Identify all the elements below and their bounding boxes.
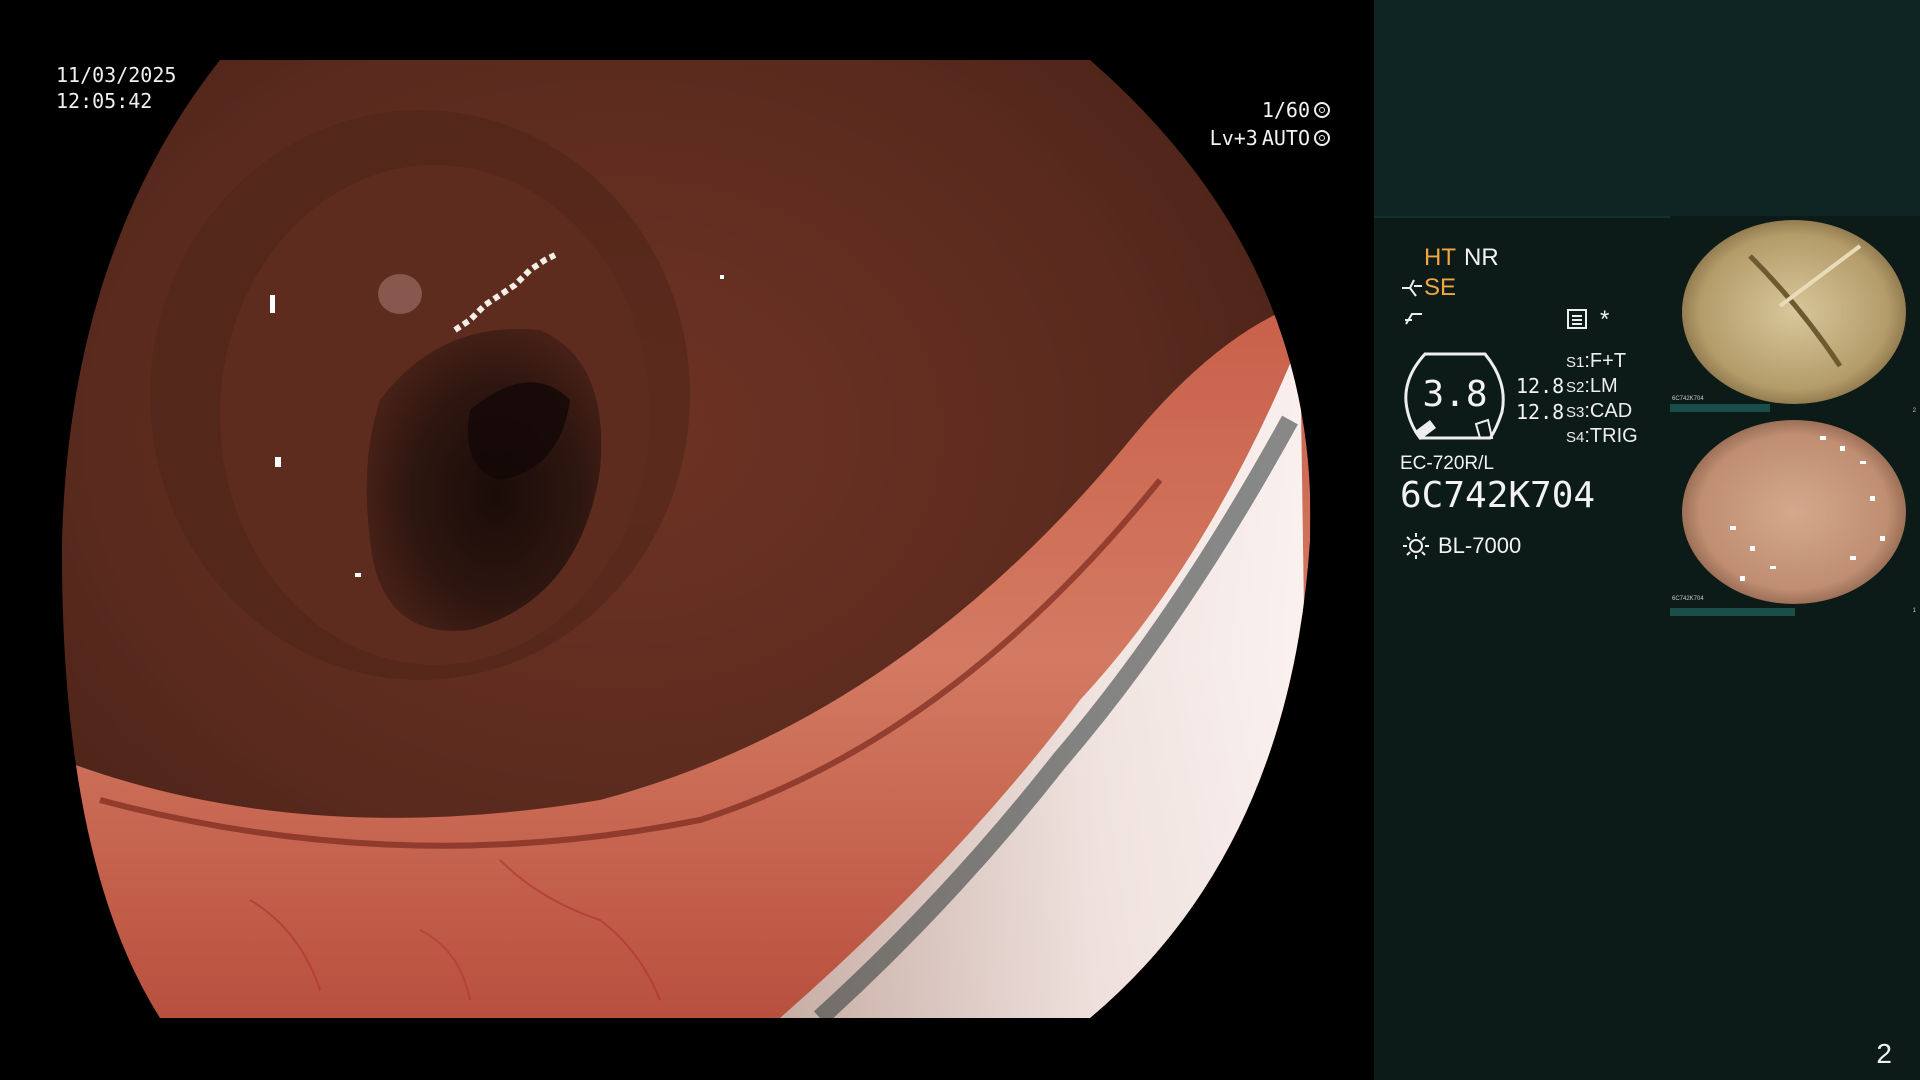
switch-value: LM bbox=[1589, 375, 1618, 397]
iris-icon bbox=[1314, 130, 1330, 146]
switch-value: CAD bbox=[1589, 400, 1633, 422]
scope-model: EC-720R/L bbox=[1400, 453, 1494, 474]
switch-value: TRIG bbox=[1589, 425, 1638, 447]
page-number: 2 bbox=[1876, 1038, 1892, 1069]
switch-row: S2:LM bbox=[1566, 375, 1618, 397]
endoscope-view: 11/03/2025 12:05:42 1/60 Lv+3 AUTO bbox=[0, 0, 1374, 1080]
colon-image bbox=[61, 60, 1311, 1018]
shutter-icon bbox=[1314, 102, 1330, 118]
switch-value: F+T bbox=[1589, 350, 1627, 372]
date-text: 11/03/2025 bbox=[56, 63, 177, 87]
gauge-value: 3.8 bbox=[1422, 374, 1488, 415]
thumbnail-1[interactable]: 6C742K704 1 bbox=[1670, 416, 1920, 616]
switch-row: S1:F+T bbox=[1566, 350, 1627, 372]
thumbnail-index: 1 bbox=[1912, 608, 1916, 614]
level-text: Lv+3 bbox=[1209, 126, 1258, 150]
thumbnail-2[interactable]: 6C742K704 2 bbox=[1670, 216, 1920, 416]
switch-row: S4:TRIG bbox=[1566, 425, 1638, 447]
value-1: 12.8 bbox=[1516, 374, 1565, 398]
switch-list: S1:F+T S2:LM S3:CAD S4:TRIG bbox=[1566, 350, 1638, 450]
se-label: SE bbox=[1424, 274, 1457, 301]
iris-text: AUTO bbox=[1261, 126, 1310, 150]
time-text: 12:05:42 bbox=[56, 89, 153, 113]
thumbnail-serial: 6C742K704 bbox=[1672, 396, 1704, 402]
nr-label: NR bbox=[1464, 244, 1499, 271]
ht-label: HT bbox=[1424, 244, 1456, 271]
light-source-label: BL-7000 bbox=[1438, 533, 1522, 558]
thumbnail-index: 2 bbox=[1912, 408, 1916, 414]
switch-key: S1 bbox=[1566, 354, 1585, 371]
switch-key: S3 bbox=[1566, 404, 1585, 421]
settings-box-icon bbox=[1567, 309, 1587, 329]
asterisk-label: * bbox=[1600, 306, 1610, 333]
camera-settings: 1/60 Lv+3 AUTO bbox=[1190, 96, 1330, 156]
switch-key: S2 bbox=[1566, 379, 1585, 396]
switch-row: S3:CAD bbox=[1566, 400, 1633, 422]
scope-serial: 6C742K704 bbox=[1400, 475, 1596, 516]
value-2: 12.8 bbox=[1516, 400, 1565, 424]
light-source-icon bbox=[1403, 533, 1429, 559]
thumbnail-image bbox=[1670, 420, 1906, 616]
switch-key: S4 bbox=[1566, 429, 1585, 446]
timestamp: 11/03/2025 12:05:42 bbox=[56, 62, 176, 114]
panel-header-area bbox=[1374, 0, 1920, 216]
thumbnail-image bbox=[1670, 220, 1906, 412]
structure-enhancement-icon bbox=[1402, 279, 1422, 297]
shutter-text: 1/60 bbox=[1261, 98, 1310, 122]
thumbnail-serial: 6C742K704 bbox=[1672, 596, 1704, 602]
tone-icon bbox=[1405, 313, 1422, 325]
